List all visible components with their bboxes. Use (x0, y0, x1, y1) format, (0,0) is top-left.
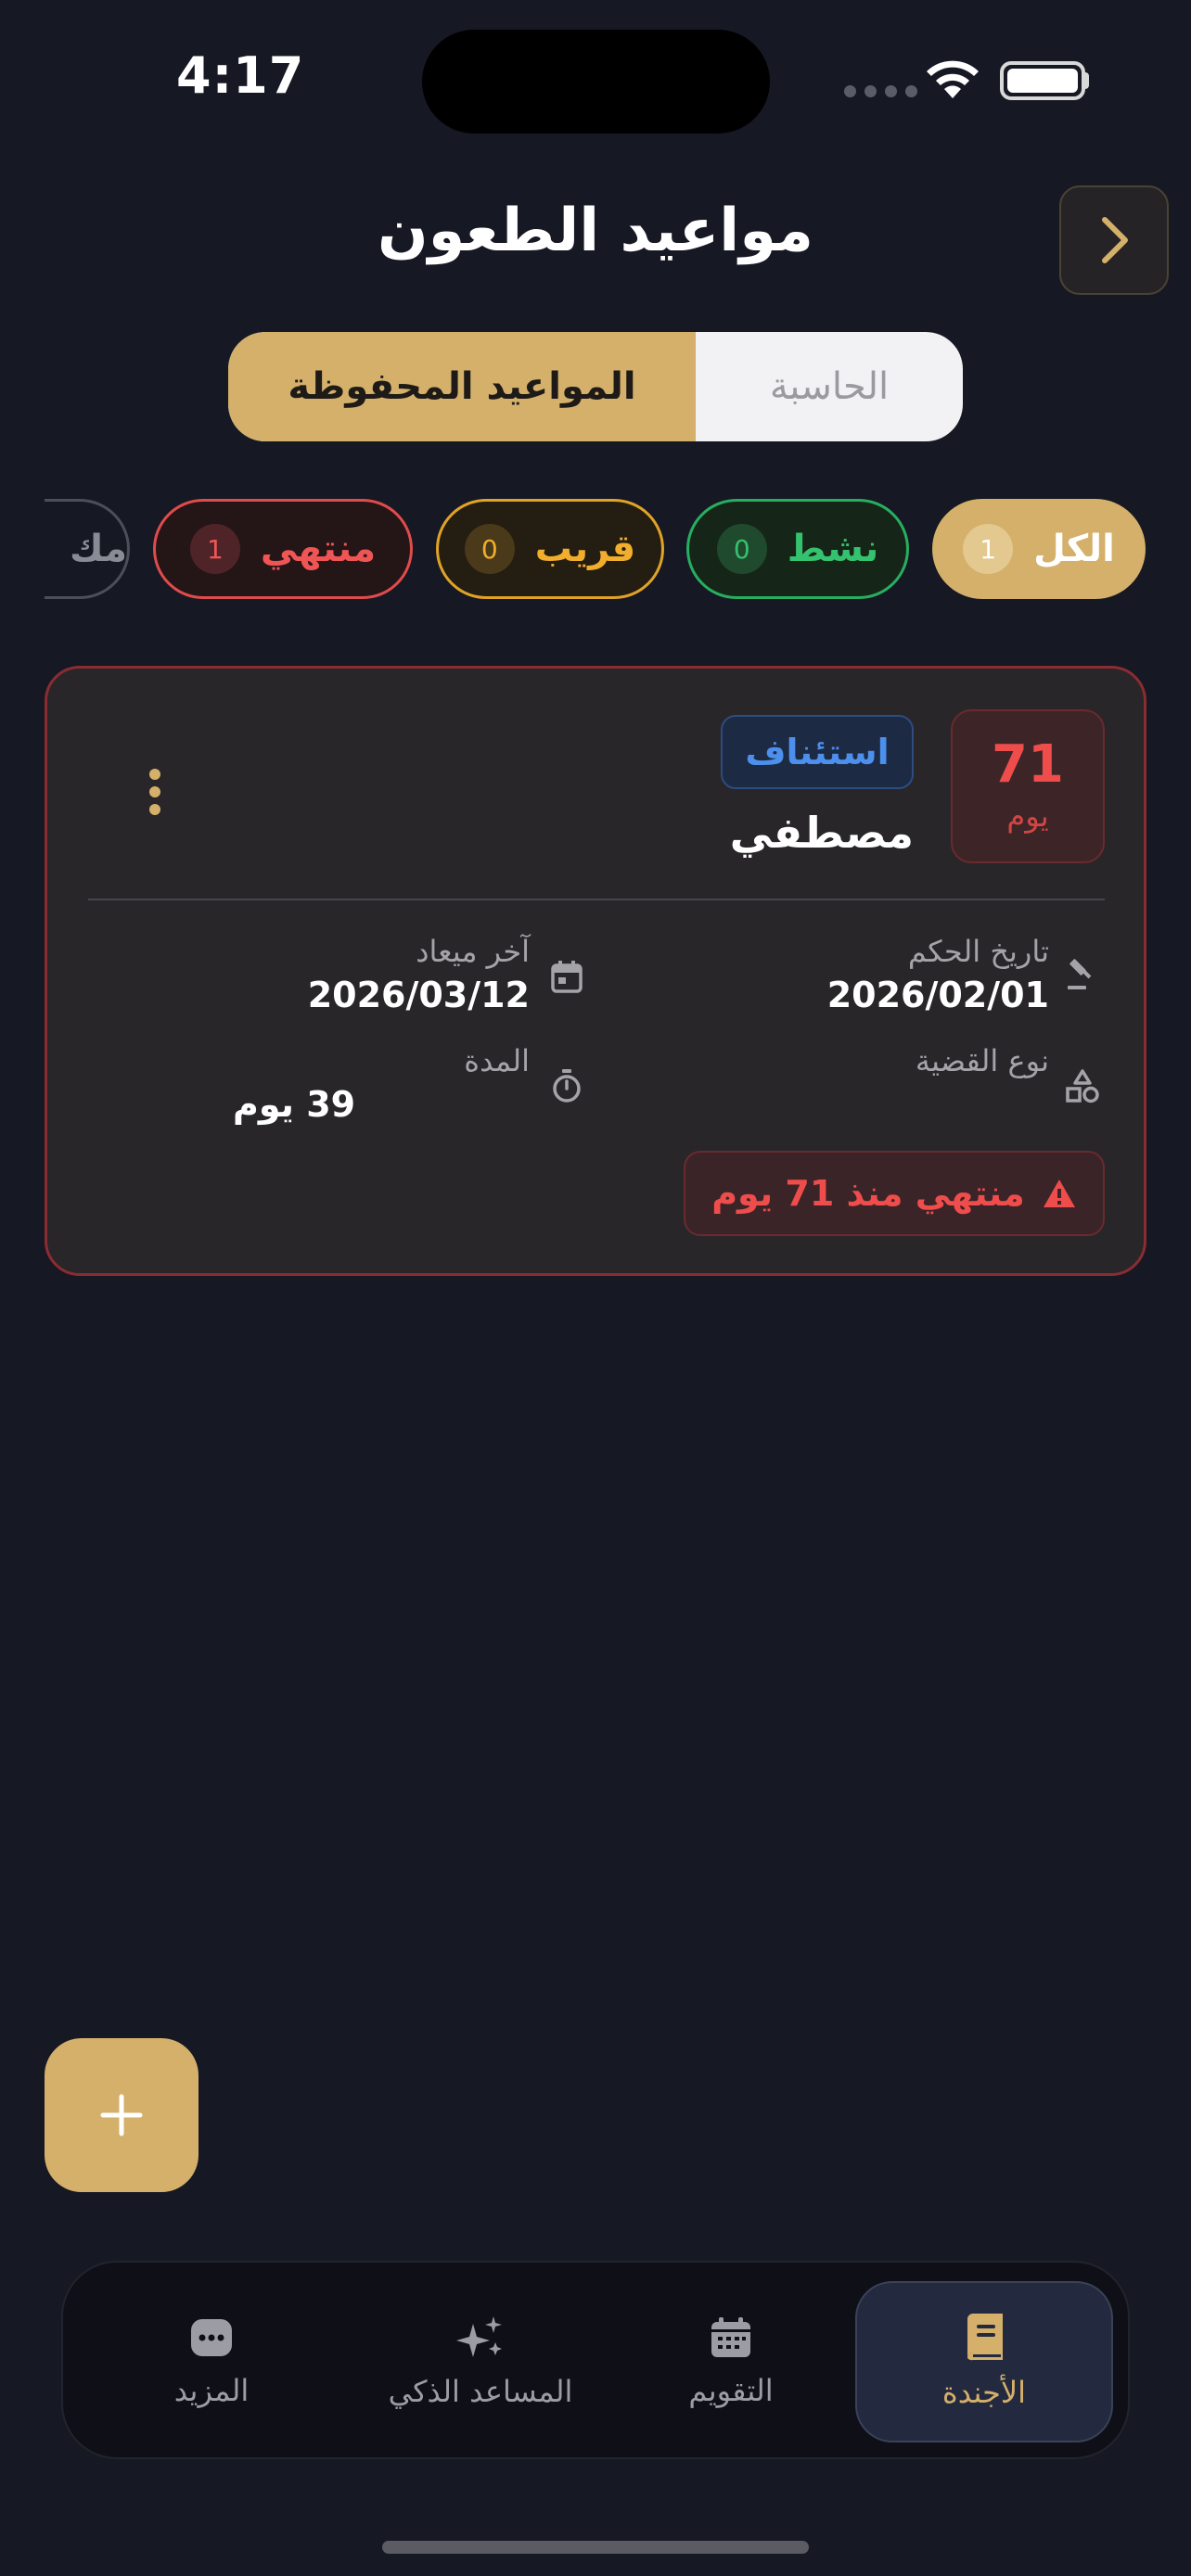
filter-label: نشط (787, 528, 879, 570)
calendar-icon (711, 2317, 750, 2357)
card-divider (88, 899, 1105, 900)
deadline-card[interactable]: 71 يوم استئناف مصطفي تاريخ الحكم 2026/02… (45, 666, 1146, 1276)
tab-saved-deadlines[interactable]: المواعيد المحفوظة (228, 332, 696, 441)
category-icon (1066, 1069, 1099, 1103)
deadline-label: آخر ميعاد (416, 934, 530, 969)
deadline-value: 2026/03/12 (307, 975, 530, 1015)
duration-label: المدة (464, 1043, 530, 1078)
sparkles-icon (456, 2316, 502, 2357)
filter-chip-active[interactable]: نشط 0 (686, 499, 909, 599)
case-type-label: نوع القضية (915, 1043, 1049, 1078)
nav-label: المساعد الذكي (388, 2374, 573, 2409)
filter-count: 1 (963, 524, 1014, 574)
nav-item-calendar[interactable]: التقويم (620, 2263, 842, 2461)
filter-count: 0 (464, 524, 515, 574)
timer-icon (553, 1069, 581, 1103)
nav-item-agenda[interactable]: الأجندة (855, 2281, 1113, 2442)
filter-label: الكل (1033, 528, 1115, 570)
filter-chip-near[interactable]: قريب 0 (436, 499, 664, 599)
bottom-navigation: المزيد المساعد الذكي التقويم الأجندة (61, 2261, 1130, 2459)
judgment-date-value: 2026/02/01 (826, 975, 1049, 1015)
agenda-book-icon (967, 2314, 1003, 2361)
filter-chip-more[interactable]: مك (45, 499, 130, 599)
filter-label: قريب (534, 528, 636, 570)
gavel-icon (1068, 959, 1092, 989)
filter-count: 0 (716, 524, 767, 574)
warning-icon (1043, 1180, 1075, 1207)
add-deadline-button[interactable] (45, 2038, 198, 2192)
filter-chip-expired[interactable]: منتهي 1 (153, 499, 413, 599)
expired-status-badge: منتهي منذ 71 يوم (684, 1151, 1105, 1236)
days-counter: 71 يوم (951, 709, 1105, 863)
more-chat-icon (191, 2319, 232, 2356)
calendar-icon (551, 961, 583, 993)
home-indicator (382, 2541, 809, 2554)
client-name: مصطفي (729, 808, 914, 858)
judgment-date-label: تاريخ الحكم (907, 934, 1049, 969)
nav-item-assistant[interactable]: المساعد الذكي (341, 2263, 620, 2461)
duration-value: 39 يوم (233, 1084, 356, 1125)
battery-cap (1083, 72, 1089, 89)
filter-count: 1 (189, 524, 240, 574)
appeal-type-badge: استئناف (721, 715, 914, 789)
more-options-icon[interactable] (149, 769, 162, 815)
filter-label: مك (69, 528, 127, 570)
plus-icon (100, 2094, 143, 2136)
cellular-signal-icon (844, 85, 917, 97)
filter-label: منتهي (260, 528, 377, 570)
view-segment-control: المواعيد المحفوظة الحاسبة (228, 332, 963, 441)
nav-item-more[interactable]: المزيد (100, 2263, 323, 2461)
nav-label: المزيد (173, 2373, 250, 2408)
battery-icon (1000, 61, 1085, 100)
days-label: يوم (1006, 798, 1049, 834)
expired-status-text: منتهي منذ 71 يوم (711, 1173, 1025, 1214)
dynamic-island (422, 30, 770, 134)
tab-calculator[interactable]: الحاسبة (696, 332, 963, 441)
days-number: 71 (992, 734, 1064, 795)
filter-chip-all[interactable]: الكل 1 (932, 499, 1146, 599)
nav-label: التقويم (688, 2373, 774, 2408)
wifi-icon (927, 60, 979, 98)
status-time: 4:17 (176, 46, 305, 105)
page-title: مواعيد الطعون (378, 197, 813, 265)
nav-label: الأجندة (941, 2375, 1027, 2410)
